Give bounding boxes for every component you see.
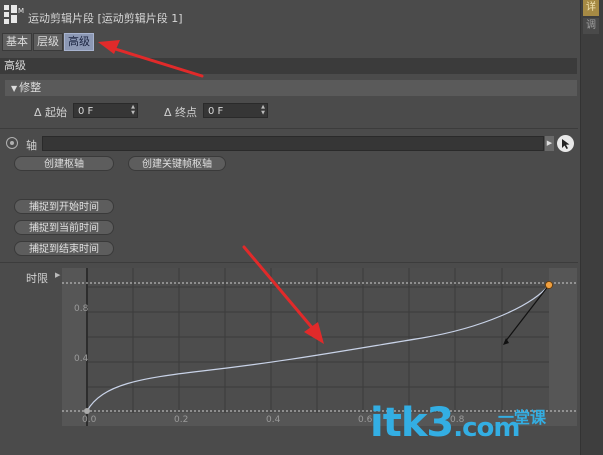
arrow-to-time-curve-icon xyxy=(242,245,324,344)
watermark-tagline: 一堂课 xyxy=(498,408,547,427)
arrow-to-advanced-tab-icon xyxy=(98,40,204,78)
annotation-arrows xyxy=(98,40,324,344)
watermark-main: itk3 xyxy=(370,400,454,446)
